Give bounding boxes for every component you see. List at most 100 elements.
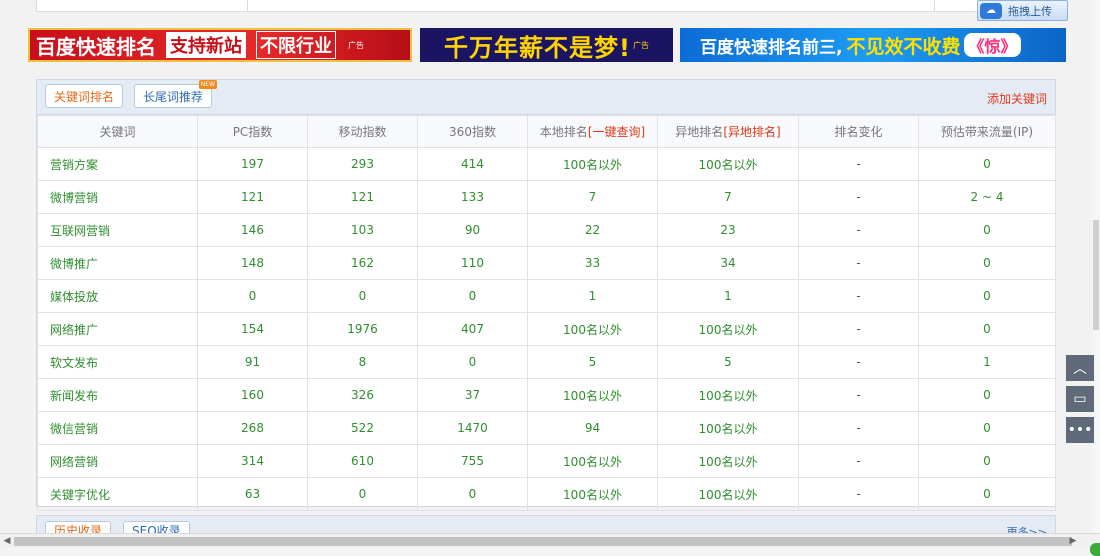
cell-pc-index: 160: [197, 378, 308, 412]
cell-pc-index: 0: [197, 279, 308, 313]
keyword-table: 关键词 PC指数 移动指数 360指数 本地排名[一键查询] 异地排名[异地排名…: [37, 115, 1056, 511]
vertical-scrollbar[interactable]: [1092, 0, 1100, 533]
column-divider: [934, 0, 935, 12]
banner-text: 支持新站: [166, 32, 246, 58]
cell-remote-rank: 100名以外: [657, 444, 799, 478]
horizontal-scroll-thumb[interactable]: [14, 537, 1072, 546]
cell-rank-change: -: [798, 279, 919, 313]
scroll-left-icon[interactable]: ◀: [0, 534, 14, 548]
cell-local-rank: 100名以外: [527, 477, 658, 511]
table-header-row: 关键词 PC指数 移动指数 360指数 本地排名[一键查询] 异地排名[异地排名…: [37, 115, 1056, 148]
header-remote-rank-label: 异地排名: [675, 125, 724, 139]
cell-rank-change: -: [798, 477, 919, 511]
more-dots-icon: •••: [1067, 422, 1093, 438]
header-estimated-traffic: 预估带来流量(IP): [918, 115, 1056, 148]
drag-upload-button[interactable]: ☁ 拖拽上传: [977, 0, 1068, 21]
cell-mobile-index: 8: [307, 345, 418, 379]
cell-keyword[interactable]: 互联网营销: [37, 213, 198, 247]
ad-tag: 广告: [348, 40, 364, 50]
cell-pc-index: 197: [197, 147, 308, 181]
cell-remote-rank: 23: [657, 213, 799, 247]
vertical-scroll-thumb[interactable]: [1093, 220, 1099, 330]
cell-estimated-traffic: 0: [918, 312, 1056, 346]
ad-banner-baidu-ranking[interactable]: 百度快速排名 支持新站 不限行业 广告: [28, 28, 412, 62]
cell-remote-rank: 100名以外: [657, 411, 799, 445]
one-click-query-link[interactable]: [一键查询]: [588, 125, 645, 139]
new-badge: NEW: [198, 80, 218, 89]
cell-estimated-traffic: 0: [918, 279, 1056, 313]
keyword-ranking-panel: 关键词排名 长尾词推荐 NEW 添加关键词 关键词 PC指数 移动指数 360指…: [36, 79, 1056, 511]
cell-keyword[interactable]: 新闻发布: [37, 378, 198, 412]
add-keyword-link[interactable]: 添加关键词: [987, 90, 1047, 107]
cell-mobile-index: 162: [307, 246, 418, 280]
header-mobile-index: 移动指数: [307, 115, 418, 148]
cell-360-index: 407: [417, 312, 528, 346]
cell-keyword[interactable]: 营销方案: [37, 147, 198, 181]
cell-mobile-index: 610: [307, 444, 418, 478]
table-row: 微信营销 268 522 1470 94 100名以外 -0: [37, 411, 1056, 445]
cell-keyword[interactable]: 网络推广: [37, 312, 198, 346]
cell-keyword[interactable]: 媒体投放: [37, 279, 198, 313]
ad-banner-top-three[interactable]: 百度快速排名前三, 不见效不收费 《惊》: [680, 28, 1066, 62]
table-row: 媒体投放 0 0 0 1 1-0: [37, 279, 1056, 313]
banner-text: 百度快速排名: [36, 34, 156, 59]
cell-mobile-index: 1976: [307, 312, 418, 346]
cell-local-rank: 7: [527, 180, 658, 214]
table-row: 微博推广 148 162 110 33 34-0: [37, 246, 1056, 280]
cell-remote-rank: 100名以外: [657, 312, 799, 346]
cell-mobile-index: 293: [307, 147, 418, 181]
cell-keyword[interactable]: 关键字优化: [37, 477, 198, 511]
cell-local-rank: 5: [527, 345, 658, 379]
cell-360-index: 414: [417, 147, 528, 181]
cell-local-rank: 100名以外: [527, 312, 658, 346]
cell-rank-change: -: [798, 411, 919, 445]
cell-estimated-traffic: 2 ~ 4: [918, 180, 1056, 214]
status-bar: [0, 548, 1100, 556]
upload-label: 拖拽上传: [1008, 4, 1052, 18]
tab-long-tail-recommend[interactable]: 长尾词推荐 NEW: [134, 80, 218, 108]
cell-remote-rank: 100名以外: [657, 147, 799, 181]
more-button[interactable]: •••: [1066, 417, 1094, 443]
header-remote-rank: 异地排名[异地排名]: [657, 115, 799, 148]
cell-360-index: 90: [417, 213, 528, 247]
cell-360-index: 0: [417, 345, 528, 379]
banner-text: 百度快速排名前三,: [700, 37, 843, 58]
cell-estimated-traffic: 0: [918, 477, 1056, 511]
cell-local-rank: 1: [527, 279, 658, 313]
horizontal-scrollbar[interactable]: ◀ ▶: [0, 533, 1100, 548]
cell-keyword[interactable]: 微信营销: [37, 411, 198, 445]
cell-rank-change: -: [798, 378, 919, 412]
table-row: 互联网营销 146 103 90 22 23-0: [37, 213, 1056, 247]
cell-mobile-index: 326: [307, 378, 418, 412]
cell-keyword[interactable]: 微博营销: [37, 180, 198, 214]
cell-pc-index: 314: [197, 444, 308, 478]
cell-360-index: 1470: [417, 411, 528, 445]
remote-rank-link[interactable]: [异地排名]: [723, 125, 780, 139]
cell-keyword[interactable]: 微博推广: [37, 246, 198, 280]
ad-banner-salary[interactable]: 千万年薪不是梦! 广告: [420, 28, 673, 62]
header-local-rank-label: 本地排名: [539, 125, 588, 139]
cell-360-index: 755: [417, 444, 528, 478]
cell-pc-index: 148: [197, 246, 308, 280]
cell-remote-rank: 7: [657, 180, 799, 214]
feedback-button[interactable]: ▭: [1066, 386, 1094, 412]
banner-text: 不见效不收费: [846, 35, 961, 58]
cell-local-rank: 100名以外: [527, 444, 658, 478]
cell-pc-index: 63: [197, 477, 308, 511]
tab-keyword-ranking[interactable]: 关键词排名: [45, 84, 124, 108]
cell-360-index: 110: [417, 246, 528, 280]
cell-keyword[interactable]: 软文发布: [37, 345, 198, 379]
scroll-right-icon[interactable]: ▶: [1066, 534, 1080, 548]
cell-keyword[interactable]: 网络营销: [37, 444, 198, 478]
banner-text: 《惊》: [964, 33, 1021, 57]
cell-local-rank: 22: [527, 213, 658, 247]
cell-mobile-index: 103: [307, 213, 418, 247]
header-local-rank: 本地排名[一键查询]: [527, 115, 658, 148]
comment-icon: ▭: [1073, 391, 1087, 407]
table-row: 软文发布 91 8 0 5 5-1: [37, 345, 1056, 379]
cell-mobile-index: 121: [307, 180, 418, 214]
table-row: 网络营销 314 610 755 100名以外 100名以外 -0: [37, 444, 1056, 478]
tab-label: 关键词排名: [54, 89, 115, 104]
back-to-top-button[interactable]: ︿: [1066, 355, 1094, 381]
cell-estimated-traffic: 0: [918, 444, 1056, 478]
